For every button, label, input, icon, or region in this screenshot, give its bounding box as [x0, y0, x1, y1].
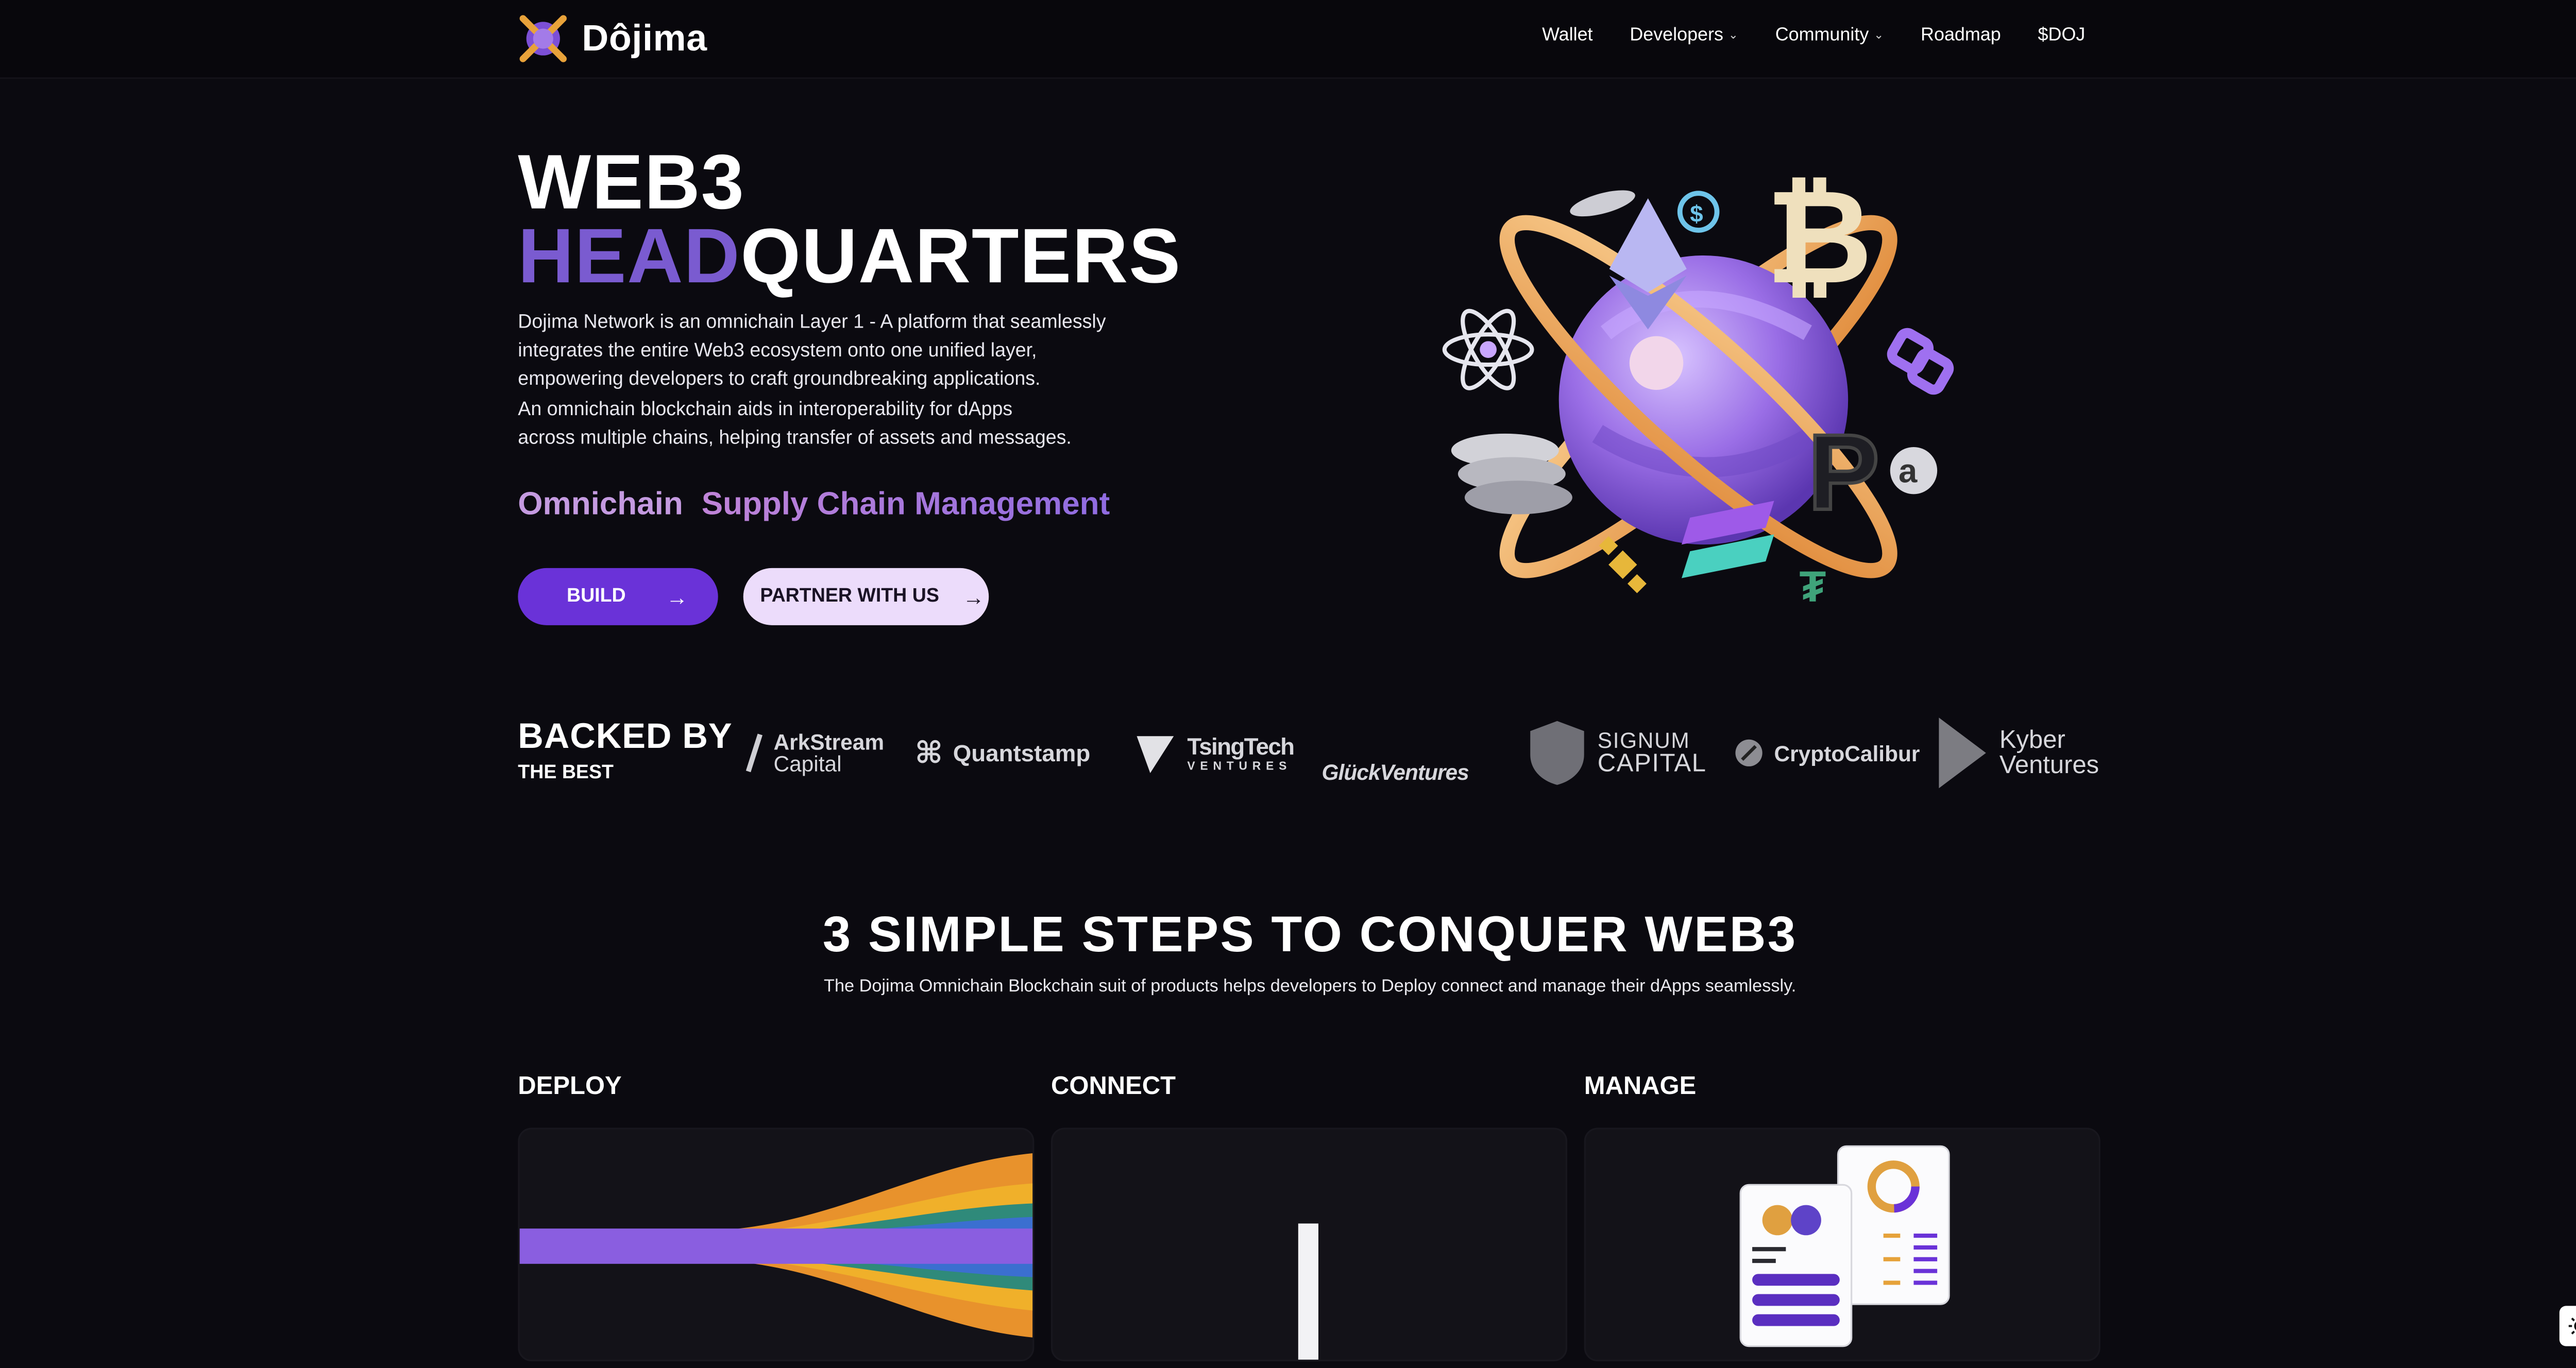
investor-logo-kyber[interactable]: Kyber Ventures: [1936, 706, 2099, 800]
investor-logo-tsingtech[interactable]: TsingTech VENTURES: [1133, 706, 1295, 800]
arkstream-icon: [745, 733, 762, 773]
nav-wallet[interactable]: Wallet: [1542, 25, 1592, 45]
hero-desc-line: integrates the entire Web3 ecosystem ont…: [518, 341, 1037, 362]
investor-logo-signum[interactable]: SIGNUM CAPITAL: [1527, 706, 1707, 800]
partner-button-label: PARTNER WITH US: [760, 586, 939, 607]
backed-by-title: BACKED BY: [518, 717, 733, 757]
hero-desc-line: Dojima Network is an omnichain Layer 1 -…: [518, 312, 1106, 333]
manage-card: [1584, 1127, 2100, 1362]
nav-community-label: Community: [1775, 25, 1869, 46]
gluck-name: GlückVentures: [1321, 759, 1469, 784]
hero-desc-line: across multiple chains, helping transfer…: [518, 428, 1072, 449]
hero-desc-line: An omnichain blockchain aids in interope…: [518, 399, 1013, 420]
nav-doj[interactable]: $DOJ: [2038, 25, 2086, 45]
rotating-text: Omnichain Supply Chain Management: [518, 487, 1110, 524]
arkstream-capital: Capital: [773, 751, 842, 777]
build-button[interactable]: BUILD →: [518, 568, 718, 625]
hero-description: Dojima Network is an omnichain Layer 1 -…: [518, 309, 1174, 454]
arrow-right-icon: →: [962, 584, 985, 609]
investor-logo-cryptocalibur[interactable]: CryptoCalibur: [1734, 706, 1920, 800]
manage-label: MANAGE: [1584, 1072, 1697, 1101]
connect-label: CONNECT: [1051, 1072, 1176, 1101]
arrow-right-icon: →: [666, 584, 688, 609]
hero-title-accent: HEAD: [518, 212, 741, 299]
chevron-down-icon: ⌄: [1728, 30, 1738, 42]
nav-developers-label: Developers: [1630, 25, 1723, 46]
rotating-word-supply-chain: Supply Chain Management: [702, 487, 1110, 524]
nav-community[interactable]: Community ⌄: [1775, 25, 1884, 45]
build-button-label: BUILD: [566, 586, 626, 607]
quantstamp-name: Quantstamp: [953, 739, 1091, 766]
cryptocalibur-name: CryptoCalibur: [1774, 740, 1920, 766]
theme-toggle-button[interactable]: [2559, 1306, 2576, 1346]
connect-card: [1051, 1127, 1568, 1362]
hero-title-line1: WEB3: [518, 138, 745, 226]
signum-capital: CAPITAL: [1597, 749, 1707, 778]
top-nav: Dôjima Wallet Developers ⌄ Community ⌄ Roa…: [0, 0, 2576, 79]
page: Dôjima Wallet Developers ⌄ Community ⌄ Roa…: [0, 0, 2576, 1368]
hero-title-line2: HEADQUARTERS: [518, 217, 1181, 294]
logo[interactable]: Dôjima: [518, 13, 707, 64]
svg-text:P: P: [1808, 413, 1879, 533]
investor-logo-gluck[interactable]: GlückVentures: [1322, 706, 1469, 800]
signum-name: SIGNUM: [1597, 727, 1690, 753]
backed-by-subtitle: THE BEST: [518, 763, 614, 783]
tsingtech-ventures: VENTURES: [1187, 760, 1292, 773]
svg-text:$: $: [1690, 201, 1703, 227]
deploy-stream-illustration: [519, 1153, 1033, 1338]
deploy-card: [518, 1127, 1035, 1362]
sun-icon: [2568, 1318, 2576, 1335]
kyber-name: Kyber: [1999, 726, 2065, 755]
investor-logo-quantstamp[interactable]: ⌘ Quantstamp: [915, 706, 1091, 800]
steps-title: 3 SIMPLE STEPS TO CONQUER WEB3: [822, 908, 1798, 963]
investor-logos-strip: ArkStream Capital ⌘ Quantstamp TsingTech…: [740, 706, 2102, 800]
investor-logo-arkstream[interactable]: ArkStream Capital: [743, 706, 884, 800]
nav-roadmap[interactable]: Roadmap: [1921, 25, 2001, 45]
kyber-ventures: Ventures: [1999, 751, 2099, 780]
manage-dashboard-illustration: [1739, 1145, 1950, 1347]
dojima-logo-icon: [519, 15, 567, 62]
svg-text:₮: ₮: [1799, 562, 1826, 611]
nav-wallet-label: Wallet: [1542, 25, 1593, 46]
hero-desc-line: empowering developers to craft groundbre…: [518, 370, 1041, 391]
quantstamp-icon: ⌘: [914, 735, 943, 769]
hero-title-rest: QUARTERS: [740, 212, 1181, 299]
tsingtech-name: TsingTech: [1187, 732, 1295, 759]
nav-roadmap-label: Roadmap: [1921, 25, 2001, 46]
kyber-icon: [1939, 717, 1986, 789]
svg-text:a: a: [1899, 452, 1918, 489]
svg-text:₿: ₿: [1766, 164, 1872, 310]
chevron-down-icon: ⌄: [1874, 30, 1884, 42]
hero-title: WEB3 HEADQUARTERS: [518, 138, 1181, 294]
arkstream-name: ArkStream: [773, 729, 885, 755]
cryptocalibur-icon: [1735, 739, 1762, 766]
nav-doj-label: $DOJ: [2038, 25, 2086, 46]
nav-developers[interactable]: Developers ⌄: [1630, 25, 1738, 45]
deploy-label: DEPLOY: [518, 1072, 622, 1101]
logo-text: Dôjima: [582, 16, 707, 59]
backed-by-heading: BACKED BY THE BEST: [518, 717, 733, 783]
steps-subtitle: The Dojima Omnichain Blockchain suit of …: [824, 976, 1797, 997]
tsingtech-icon: [1137, 736, 1174, 773]
nav-links: Wallet Developers ⌄ Community ⌄ Roadmap $D…: [1542, 25, 2085, 45]
crypto-planet-illustration: ₿ $ a P ₮: [1442, 164, 1954, 611]
rotating-word-omnichain: Omnichain: [518, 487, 683, 523]
partner-button[interactable]: PARTNER WITH US →: [743, 568, 989, 625]
signum-shield-icon: [1530, 721, 1584, 785]
connect-bar-graphic: [1298, 1223, 1318, 1360]
